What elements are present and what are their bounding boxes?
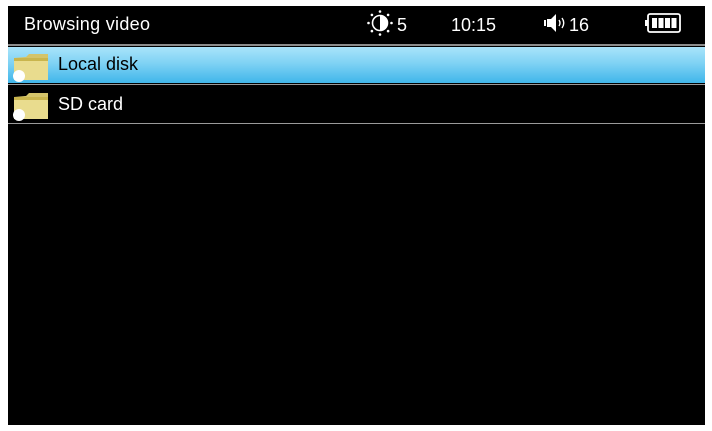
volume-indicator: 16 (543, 6, 589, 44)
clock: 10:15 (451, 6, 496, 44)
speaker-icon (543, 13, 567, 38)
battery-icon (645, 12, 681, 38)
screen: Browsing video 5 10:15 16 Local disk SD … (8, 6, 705, 425)
list-item-sd-card[interactable]: SD card (8, 86, 705, 122)
volume-value: 16 (569, 14, 590, 35)
battery-indicator (645, 6, 681, 44)
brightness-indicator: 5 (366, 6, 407, 44)
list-item-label: SD card (58, 94, 124, 114)
time-display: 10:15 (451, 14, 497, 35)
list-item-label: Local disk (58, 54, 139, 74)
brightness-icon (366, 9, 394, 42)
list-item-local-disk[interactable]: Local disk (8, 47, 705, 83)
header-bar: Browsing video 5 10:15 16 (8, 6, 705, 44)
folder-icon (12, 52, 50, 82)
folder-icon (12, 91, 50, 121)
header-divider (8, 44, 705, 46)
brightness-value: 5 (397, 14, 408, 35)
row-divider (8, 84, 705, 85)
page-title: Browsing video (24, 14, 151, 34)
row-divider (8, 123, 705, 124)
